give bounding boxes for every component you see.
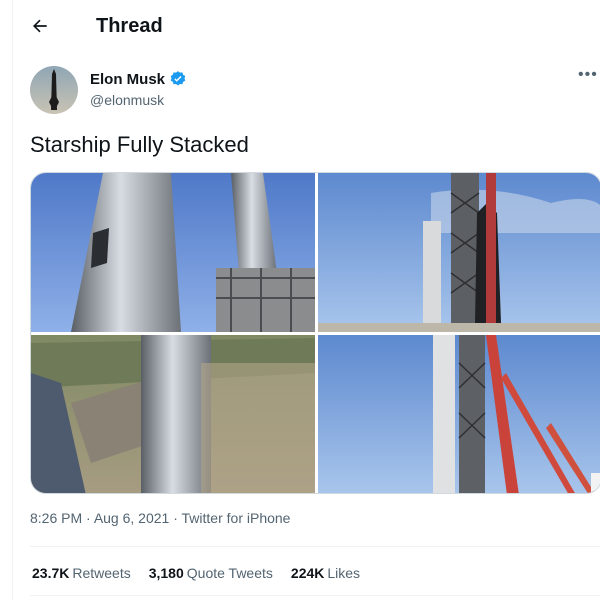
tweet-meta: 8:26 PM · Aug 6, 2021 · Twitter for iPho… xyxy=(30,510,290,526)
author-name[interactable]: Elon Musk xyxy=(90,70,187,88)
media-photo-2[interactable] xyxy=(318,173,600,332)
divider xyxy=(30,546,600,547)
divider xyxy=(30,595,600,596)
retweets-count: 23.7K xyxy=(32,565,70,581)
likes-stat[interactable]: 224K Likes xyxy=(291,565,360,581)
meta-separator: · xyxy=(82,510,94,526)
back-button[interactable] xyxy=(22,8,58,44)
arrow-left-icon xyxy=(33,19,47,33)
tweet-text: Starship Fully Stacked xyxy=(30,132,249,157)
quote-tweets-stat[interactable]: 3,180 Quote Tweets xyxy=(149,565,273,581)
column-border xyxy=(12,0,13,600)
quote-tweets-label: Quote Tweets xyxy=(186,565,273,581)
author-name-text: Elon Musk xyxy=(90,70,166,88)
retweets-label: Retweets xyxy=(72,565,131,581)
author-handle[interactable]: @elonmusk xyxy=(90,92,164,108)
avatar[interactable] xyxy=(30,66,78,114)
more-dots-icon: ••• xyxy=(578,66,598,83)
tweet-time[interactable]: 8:26 PM xyxy=(30,510,82,526)
thread-header: Thread xyxy=(12,0,600,52)
media-grid[interactable] xyxy=(30,172,600,494)
quote-tweets-count: 3,180 xyxy=(148,565,184,581)
verified-badge-icon xyxy=(170,71,186,86)
media-photo-3[interactable] xyxy=(31,335,315,494)
media-photo-4[interactable] xyxy=(318,335,600,494)
likes-label: Likes xyxy=(327,565,361,581)
media-photo-1[interactable] xyxy=(31,173,315,332)
more-options-button[interactable]: ••• xyxy=(578,66,600,88)
meta-separator: · xyxy=(169,510,182,526)
likes-count: 224K xyxy=(290,565,325,581)
tweet-source[interactable]: Twitter for iPhone xyxy=(182,510,291,526)
tweet-date[interactable]: Aug 6, 2021 xyxy=(94,510,170,526)
engagement-stats: 23.7K Retweets 3,180 Quote Tweets 224K Like… xyxy=(32,565,360,581)
page-title: Thread xyxy=(96,14,163,37)
retweets-stat[interactable]: 23.7K Retweets xyxy=(32,565,131,581)
